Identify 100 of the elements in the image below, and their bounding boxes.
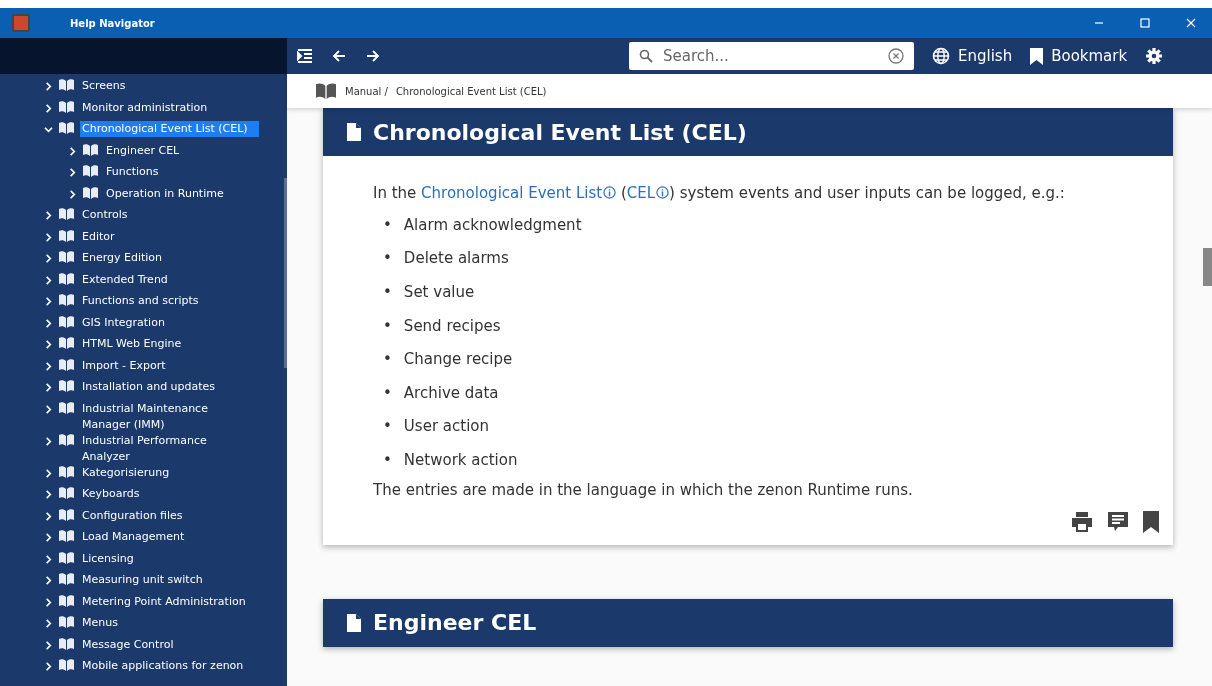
- tree-item[interactable]: Configuration files: [80, 507, 185, 524]
- tree-item[interactable]: Metering Point Administration: [80, 593, 248, 610]
- tree-item[interactable]: Licensing: [80, 550, 136, 567]
- maximize-icon[interactable]: [1140, 18, 1150, 28]
- tree-item[interactable]: Monitor administration: [80, 99, 210, 116]
- book-icon: [59, 79, 74, 91]
- tree-item[interactable]: Message Control: [80, 636, 176, 653]
- chevron-right-icon[interactable]: [68, 146, 77, 156]
- language-button[interactable]: English: [932, 47, 1013, 65]
- forward-arrow-icon[interactable]: [365, 48, 381, 64]
- tree-item[interactable]: Controls: [80, 207, 130, 223]
- tree-item[interactable]: Screens: [80, 78, 128, 94]
- tree-item[interactable]: Functions: [104, 164, 161, 180]
- tree-item[interactable]: Import - Export: [80, 357, 168, 374]
- tree-item[interactable]: Measuring unit switch: [80, 572, 205, 588]
- book-icon: [59, 294, 74, 306]
- chevron-right-icon[interactable]: [44, 576, 53, 585]
- chevron-right-icon[interactable]: [44, 340, 53, 349]
- clear-icon[interactable]: [888, 48, 904, 64]
- tree-item[interactable]: GIS Integration: [80, 314, 167, 331]
- chevron-right-icon[interactable]: [44, 275, 53, 285]
- note-text: The entries are made in the language in which the zenon Runtime runs.: [373, 480, 914, 499]
- tree-item[interactable]: Load Management: [80, 529, 187, 545]
- book-icon: [59, 251, 74, 263]
- search-bar[interactable]: Search...: [629, 42, 914, 70]
- tree-item[interactable]: Engineer CEL: [104, 142, 182, 159]
- chevron-right-icon[interactable]: [44, 533, 53, 542]
- bullet: •: [383, 383, 392, 402]
- book-icon: [59, 659, 74, 671]
- chevron-right-icon[interactable]: [44, 361, 53, 371]
- tree-item[interactable]: Mobile applications for zenon: [80, 658, 246, 674]
- toc-icon[interactable]: [297, 48, 313, 64]
- tree-item[interactable]: Installation and updates: [80, 379, 218, 395]
- chevron-right-icon[interactable]: [44, 554, 53, 564]
- book-icon: [59, 530, 74, 542]
- tree-item[interactable]: Kategorisierung: [80, 464, 172, 481]
- tree-item[interactable]: HTML Web Engine: [80, 336, 184, 352]
- bullet: •: [383, 283, 392, 301]
- glossary-link[interactable]: CEL: [626, 184, 656, 202]
- chevron-right-icon[interactable]: [44, 82, 53, 91]
- chevron-right-icon[interactable]: [44, 318, 53, 328]
- tree-item[interactable]: Operation in Runtime: [104, 185, 226, 202]
- book-icon: [59, 508, 74, 521]
- tree-item[interactable]: Menus: [80, 615, 120, 631]
- list-item: Send recipes: [403, 316, 501, 335]
- scrollbar-thumb[interactable]: [1203, 248, 1212, 286]
- chevron-right-icon[interactable]: [44, 103, 53, 113]
- chevron-right-icon[interactable]: [44, 436, 53, 446]
- book-icon: [59, 487, 74, 499]
- app-icon: [12, 14, 30, 32]
- topic-title: Engineer CEL: [373, 610, 537, 636]
- bookmark-button[interactable]: Bookmark: [1030, 47, 1128, 65]
- bullet: •: [383, 417, 392, 436]
- print-icon[interactable]: [1071, 511, 1093, 532]
- bookmark-icon[interactable]: [1143, 510, 1159, 533]
- search-icon: [639, 49, 653, 63]
- chevron-right-icon[interactable]: [44, 254, 53, 263]
- chevron-right-icon[interactable]: [44, 404, 53, 414]
- scrollbar-thumb[interactable]: [284, 178, 287, 368]
- tree-item[interactable]: Keyboards: [80, 486, 142, 502]
- tree-item[interactable]: Editor: [80, 228, 117, 245]
- bullet: •: [383, 249, 392, 268]
- comment-icon[interactable]: [1107, 510, 1129, 533]
- tree-item[interactable]: Functions and scripts: [80, 293, 201, 309]
- book-icon: [59, 208, 74, 220]
- chevron-right-icon[interactable]: [44, 468, 53, 478]
- glossary-link[interactable]: Chronological Event List: [421, 184, 603, 202]
- book-icon: [59, 380, 74, 392]
- chevron-right-icon[interactable]: [44, 619, 53, 628]
- chevron-right-icon[interactable]: [44, 211, 53, 220]
- chevron-right-icon[interactable]: [44, 511, 53, 521]
- chevron-right-icon[interactable]: [44, 490, 53, 499]
- window-title: Help Navigator: [70, 17, 155, 29]
- tree-item[interactable]: Industrial Maintenance Manager (IMM): [80, 400, 259, 433]
- breadcrumb-item[interactable]: Chronological Event List (CEL): [395, 85, 547, 97]
- chevron-right-icon[interactable]: [44, 640, 53, 650]
- tree-item[interactable]: Energy Edition: [80, 250, 165, 266]
- bullet: •: [383, 316, 392, 335]
- book-icon: [83, 143, 98, 156]
- chevron-right-icon[interactable]: [44, 597, 53, 607]
- tree-item[interactable]: Industrial Performance Analyzer: [80, 432, 259, 465]
- chevron-right-icon[interactable]: [68, 189, 77, 199]
- document-icon: [347, 123, 361, 141]
- chevron-right-icon[interactable]: [44, 232, 53, 242]
- chevron-right-icon[interactable]: [44, 297, 53, 306]
- breadcrumb-item[interactable]: Manual /: [345, 85, 388, 97]
- close-icon[interactable]: [1186, 18, 1196, 28]
- tree-item[interactable]: Chronological Event List (CEL): [80, 121, 259, 137]
- globe-icon: [932, 47, 950, 65]
- tree-item[interactable]: Extended Trend: [80, 271, 170, 288]
- intro-paragraph: In the Chronological Event List (CEL ) system events and user inputs can be logged, e.g.:: [373, 184, 1066, 202]
- chevron-down-icon[interactable]: [44, 125, 53, 134]
- chevron-right-icon[interactable]: [68, 168, 77, 177]
- chevron-right-icon[interactable]: [44, 662, 53, 671]
- settings-icon[interactable]: [1145, 47, 1164, 65]
- list-item: Alarm acknowledgment: [403, 215, 582, 234]
- back-arrow-icon[interactable]: [331, 48, 347, 64]
- chevron-right-icon[interactable]: [44, 383, 53, 392]
- book-icon: [59, 315, 74, 328]
- bullet: •: [383, 450, 392, 469]
